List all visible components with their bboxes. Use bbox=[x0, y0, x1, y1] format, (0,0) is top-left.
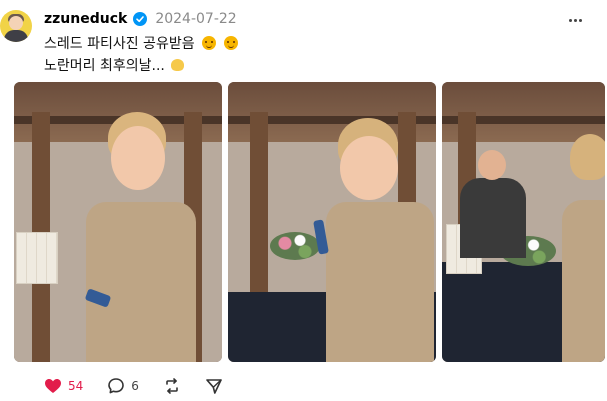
post-date[interactable]: 2024-07-22 bbox=[155, 11, 236, 27]
shirt bbox=[326, 202, 434, 362]
heart-icon bbox=[45, 379, 61, 393]
party-photo-2[interactable] bbox=[228, 82, 436, 362]
avatar[interactable] bbox=[0, 10, 32, 42]
chick-emoji-icon bbox=[171, 59, 185, 71]
photo-carousel[interactable] bbox=[14, 82, 605, 362]
repost-icon bbox=[166, 378, 178, 394]
party-photo-1[interactable] bbox=[14, 82, 222, 362]
avatar-head bbox=[9, 16, 23, 30]
smile-emoji-icon bbox=[223, 36, 238, 50]
party-photo-3[interactable] bbox=[442, 82, 605, 362]
post-text-line-1: 스레드 파티사진 공유받음 bbox=[44, 33, 564, 55]
comment-icon bbox=[108, 378, 125, 394]
smile-emoji-icon bbox=[202, 36, 217, 50]
like-count: 54 bbox=[68, 379, 84, 393]
face bbox=[340, 136, 398, 200]
post-text: 스레드 파티사진 공유받음 노란머리 최후의날... bbox=[44, 33, 564, 77]
post-actions: 54 6 bbox=[44, 377, 247, 395]
comment-count: 6 bbox=[131, 379, 139, 393]
flower-arrangement bbox=[270, 232, 320, 260]
post-text-line-2: 노란머리 최후의날... bbox=[44, 55, 564, 77]
gift-stack bbox=[16, 232, 58, 284]
like-button[interactable]: 54 bbox=[44, 378, 83, 394]
comment-button[interactable]: 6 bbox=[107, 377, 139, 395]
face bbox=[478, 150, 506, 180]
share-icon bbox=[206, 379, 222, 394]
post-header: zzuneduck 2024-07-22 bbox=[44, 10, 237, 28]
more-options-icon[interactable] bbox=[565, 12, 585, 28]
shirt bbox=[86, 202, 196, 362]
repost-button[interactable] bbox=[163, 377, 181, 395]
face bbox=[111, 126, 165, 190]
share-button[interactable] bbox=[205, 377, 223, 395]
avatar-body bbox=[4, 30, 28, 42]
post-text-line-2-text: 노란머리 최후의날... bbox=[44, 58, 165, 74]
hair bbox=[570, 134, 605, 180]
shirt bbox=[460, 178, 526, 258]
username[interactable]: zzuneduck bbox=[44, 11, 127, 27]
shirt bbox=[562, 200, 605, 362]
post-text-line-1-text: 스레드 파티사진 공유받음 bbox=[44, 36, 195, 52]
post-card: zzuneduck 2024-07-22 스레드 파티사진 공유받음 노란머리 … bbox=[0, 0, 607, 401]
verified-icon bbox=[133, 12, 148, 26]
